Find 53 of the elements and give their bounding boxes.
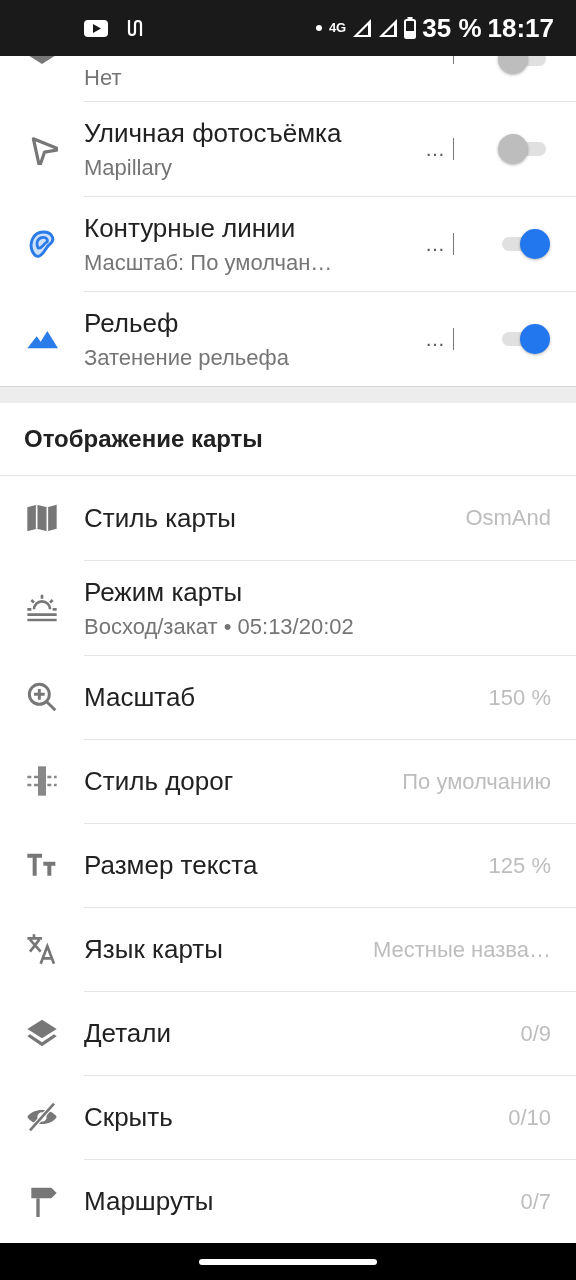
item-title: Размер текста: [84, 850, 259, 881]
translate-icon: [26, 933, 58, 965]
item-value: Местные назва…: [372, 936, 551, 963]
settings-item[interactable]: Язык карты Местные назва…: [0, 907, 576, 991]
notification-dot-icon: [314, 24, 323, 32]
layer-title: Уличная фотосъёмка: [84, 117, 343, 149]
layer-title: Рельеф: [84, 307, 180, 339]
layer-subtitle: Нет: [84, 64, 123, 91]
map-icon: [26, 502, 58, 534]
item-title: Масштаб: [84, 682, 197, 713]
layer-subtitle: Mapillary: [84, 154, 174, 181]
road-icon: [26, 765, 58, 797]
hidden-eye-icon: [26, 1101, 58, 1133]
item-value: По умолчанию: [402, 768, 551, 795]
layers-icon: [26, 1017, 58, 1049]
network-type: 4G: [328, 20, 347, 35]
item-value: 0/10: [508, 1104, 551, 1131]
layer-title: Контурные линии: [84, 212, 297, 244]
item-subtitle: Восход/закат • 05:13/20:02: [84, 613, 355, 640]
item-title: Язык карты: [84, 934, 224, 965]
item-value: 0/9: [520, 1020, 551, 1047]
settings-item[interactable]: Детали 0/9: [0, 991, 576, 1075]
item-title: Режим карты: [84, 576, 244, 608]
battery-level: 35 %: [422, 12, 482, 44]
item-title: Стиль карты: [84, 502, 238, 534]
item-value: 150 %: [488, 684, 551, 711]
item-value: 125 %: [488, 852, 551, 879]
signal-icon: [378, 18, 399, 38]
item-title: Маршруты: [84, 1186, 215, 1217]
more-button[interactable]: …: [417, 327, 453, 351]
battery-icon: [404, 17, 417, 39]
more-button[interactable]: …: [417, 232, 453, 256]
layer-subtitle: Затенение рельефа: [84, 344, 290, 371]
section-title: Отображение карты: [0, 403, 576, 476]
signal-icon: [352, 18, 373, 38]
layer-subtitle: Масштаб: По умолчан…: [84, 249, 334, 276]
settings-item[interactable]: Размер текста 125 %: [0, 823, 576, 907]
item-title: Детали: [84, 1018, 172, 1049]
route-icon: [126, 18, 144, 38]
item-title: Стиль дорог: [84, 766, 235, 797]
settings-item[interactable]: Скрыть 0/10: [0, 1075, 576, 1159]
more-button[interactable]: …: [417, 137, 453, 161]
settings-item[interactable]: Стиль карты OsmAnd: [0, 476, 576, 560]
clock-time: 18:17: [487, 12, 554, 44]
item-value: 0/7: [520, 1188, 551, 1215]
settings-item[interactable]: Режим карты Восход/закат • 05:13/20:02: [0, 560, 576, 655]
item-value: OsmAnd: [465, 505, 551, 531]
video-play-icon: [84, 19, 108, 37]
zoom-in-icon: [26, 681, 58, 713]
settings-item[interactable]: Стиль дорог По умолчанию: [0, 739, 576, 823]
settings-item[interactable]: Масштаб 150 %: [0, 655, 576, 739]
home-handle[interactable]: [199, 1258, 377, 1265]
item-title: Скрыть: [84, 1102, 174, 1133]
